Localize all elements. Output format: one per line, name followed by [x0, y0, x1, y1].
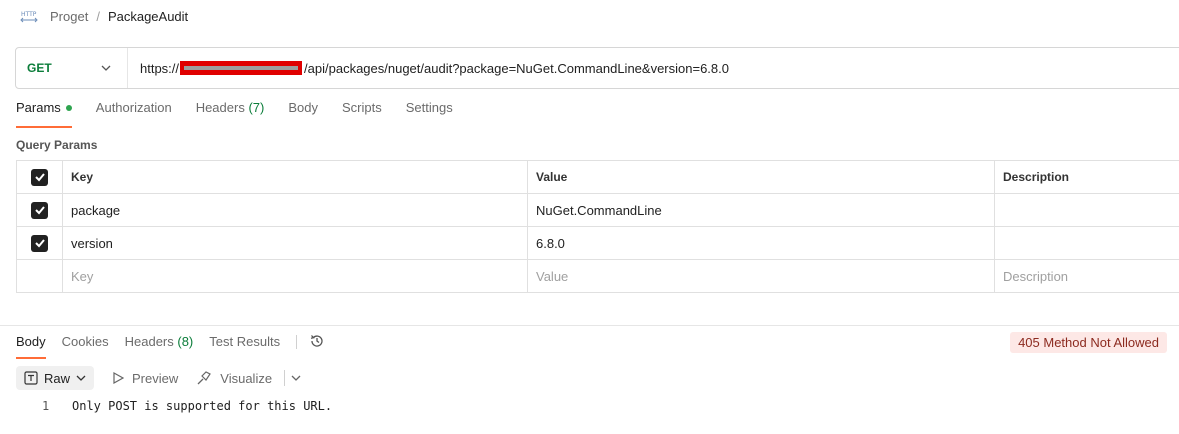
method-label: GET: [27, 61, 52, 75]
query-params-title: Query Params: [16, 138, 98, 152]
tab-headers-label: Headers: [195, 100, 245, 115]
raw-label: Raw: [44, 370, 71, 386]
param-key-cell[interactable]: version: [63, 227, 528, 259]
url-suffix: /api/packages/nuget/audit?package=NuGet.…: [304, 60, 729, 76]
param-description-cell[interactable]: [995, 227, 1179, 259]
tab-scripts[interactable]: Scripts: [342, 100, 382, 128]
row-checkbox[interactable]: [17, 194, 63, 226]
history-icon[interactable]: [309, 333, 325, 349]
tab-params[interactable]: Params: [16, 100, 72, 128]
tab-response-body[interactable]: Body: [16, 334, 46, 359]
chevron-down-icon: [76, 373, 86, 383]
tab-response-headers-label: Headers: [124, 334, 174, 349]
method-select[interactable]: GET: [16, 48, 128, 88]
request-tabs: Params Authorization Headers (7) Body Sc…: [16, 100, 477, 128]
checkmark-icon: [31, 234, 48, 252]
active-dot-icon: [65, 105, 72, 111]
response-view-bar: Raw Preview Visualize: [16, 366, 301, 390]
preview-label: Preview: [132, 370, 179, 386]
param-key-cell[interactable]: package: [63, 194, 528, 226]
row-checkbox[interactable]: [17, 227, 63, 259]
breadcrumb-current[interactable]: PackageAudit: [108, 9, 188, 24]
raw-format-button[interactable]: Raw: [16, 366, 95, 390]
url-input[interactable]: https:// /api/packages/nuget/audit?packa…: [128, 61, 729, 76]
text-format-icon: [24, 371, 38, 385]
checkmark-icon: [31, 201, 48, 219]
tab-test-results[interactable]: Test Results: [209, 334, 280, 358]
column-header-description: Description: [1003, 170, 1070, 184]
tab-scripts-label: Scripts: [341, 100, 382, 115]
table-row: version 6.8.0: [17, 227, 1179, 260]
redacted-host: [180, 61, 303, 75]
visualize-icon: [196, 370, 212, 386]
request-bar: GET https:// /api/packages/nuget/audit?p…: [15, 47, 1179, 89]
chevron-down-icon: [101, 61, 111, 76]
param-value-cell[interactable]: 6.8.0: [528, 227, 995, 259]
param-value-cell[interactable]: NuGet.CommandLine: [528, 194, 995, 226]
table-header-row: Key Value Description: [17, 161, 1179, 194]
response-body-text: Only POST is supported for this URL.: [72, 399, 333, 413]
breadcrumb: HTTP Proget / PackageAudit: [20, 6, 188, 26]
table-row: package NuGet.CommandLine: [17, 194, 1179, 227]
tab-body-label: Body: [288, 100, 318, 115]
tab-params-label: Params: [16, 100, 61, 115]
http-icon: HTTP: [20, 7, 38, 25]
tab-settings[interactable]: Settings: [406, 100, 453, 128]
breadcrumb-separator: /: [96, 8, 100, 24]
checkmark-icon: [31, 168, 48, 186]
play-icon: [112, 372, 125, 384]
new-description-input[interactable]: Description: [995, 260, 1179, 292]
visualize-button[interactable]: Visualize: [196, 370, 272, 386]
breadcrumb-parent[interactable]: Proget: [50, 9, 88, 24]
url-prefix: https://: [140, 60, 180, 76]
tab-body[interactable]: Body: [288, 100, 318, 128]
param-description-cell[interactable]: [995, 194, 1179, 226]
tab-settings-label: Settings: [405, 100, 453, 115]
tab-cookies[interactable]: Cookies: [62, 334, 109, 358]
new-value-input[interactable]: Value: [528, 260, 995, 292]
preview-button[interactable]: Preview: [112, 371, 178, 386]
column-header-key: Key: [63, 161, 528, 193]
column-header-value: Value: [528, 161, 995, 193]
tab-headers[interactable]: Headers (7): [196, 100, 265, 128]
tab-authorization-label: Authorization: [95, 100, 172, 115]
tab-response-headers-count: (8): [177, 334, 194, 349]
empty-checkbox-cell: [17, 260, 63, 292]
select-all-checkbox[interactable]: [17, 161, 63, 193]
line-number: 1: [42, 399, 50, 413]
new-key-input[interactable]: Key: [63, 260, 528, 292]
status-badge[interactable]: 405 Method Not Allowed: [1010, 332, 1167, 353]
params-table: Key Value Description package NuGet.Comm…: [16, 160, 1179, 293]
visualize-label: Visualize: [220, 370, 273, 386]
response-tabs: Body Cookies Headers (8) Test Results: [16, 333, 325, 359]
tab-response-headers[interactable]: Headers (8): [125, 334, 194, 358]
tab-authorization[interactable]: Authorization: [96, 100, 172, 128]
chevron-down-icon[interactable]: [284, 370, 301, 386]
tab-separator: [296, 335, 298, 349]
response-body-line: 1 Only POST is supported for this URL.: [42, 399, 332, 413]
pane-divider[interactable]: [0, 325, 1179, 326]
svg-text:HTTP: HTTP: [21, 11, 37, 18]
tab-headers-count: (7): [248, 100, 265, 115]
table-row-empty: Key Value Description: [17, 260, 1179, 293]
